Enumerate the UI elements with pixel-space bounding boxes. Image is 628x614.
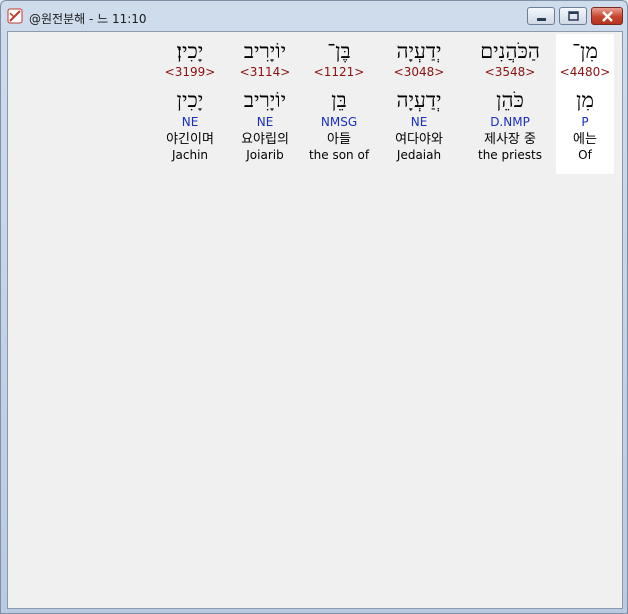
english-gloss: Joiarib [246, 148, 284, 162]
strong-number[interactable]: <3114> [230, 64, 300, 80]
korean-gloss: 여다야와 [395, 132, 443, 147]
lemma-word: יָכִין [176, 88, 204, 112]
morph-code: NE [181, 115, 199, 129]
close-button[interactable] [591, 7, 623, 25]
lemma-word: יוֹיָרִיב [243, 88, 287, 112]
interlinear-panel: יָכִין׃ <3199> יָכִין NE 야긴이며 Jachin יוֹ… [7, 31, 623, 609]
hebrew-word: יָכִין׃ [176, 39, 204, 63]
strong-number[interactable]: <1121> [304, 64, 374, 80]
morph-code: NE [410, 115, 428, 129]
strong-number[interactable]: <4480> [556, 64, 614, 80]
english-gloss: Of [578, 148, 592, 162]
korean-gloss: 야긴이며 [166, 132, 214, 147]
strong-number[interactable]: <3548> [464, 64, 556, 80]
word-column-jedaiah[interactable]: יְדַעְיָה <3048> יְדַעְיָה NE 여다야와 Jedai… [382, 34, 456, 166]
close-icon [602, 11, 613, 22]
korean-gloss: 에는 [573, 132, 597, 147]
lemma-word: כֹּהֵן [496, 88, 524, 112]
title-bar[interactable]: @원전분해 - 느 11:10 [1, 1, 627, 31]
minimize-icon [537, 18, 546, 21]
korean-gloss: 제사장 중 [484, 132, 536, 147]
strong-number[interactable]: <3199> [156, 64, 224, 80]
lemma-word: בֵּן [331, 88, 347, 112]
korean-gloss: 아들 [327, 132, 351, 147]
strong-number[interactable]: <3048> [382, 64, 456, 80]
morph-code: NE [256, 115, 274, 129]
korean-gloss: 요야립의 [241, 132, 289, 147]
hebrew-word: הַכֹּהֲנִים [480, 39, 540, 63]
morph-code: NMSG [320, 115, 358, 129]
english-gloss: the son of [308, 148, 370, 162]
morph-code: D.NMP [490, 115, 530, 129]
hebrew-word: יְדַעְיָה [396, 39, 442, 63]
morph-code: P [581, 115, 589, 129]
maximize-button[interactable] [559, 7, 587, 25]
hebrew-word: מִן־ [572, 39, 598, 63]
word-column-of-selected[interactable]: מִן־ <4480> מִן P 에는 Of [556, 34, 614, 174]
window-title: @원전분해 - 느 11:10 [29, 12, 147, 26]
english-gloss: the priests [478, 148, 542, 162]
hebrew-word: יוֹיָרִיב [243, 39, 287, 63]
app-icon [7, 8, 23, 24]
english-gloss: Jachin [171, 148, 209, 162]
word-column-joiarib[interactable]: יוֹיָרִיב <3114> יוֹיָרִיב NE 요야립의 Joiar… [230, 34, 300, 166]
english-gloss: Jedaiah [396, 148, 442, 162]
word-column-son-of[interactable]: בֶּן־ <1121> בֵּן NMSG 아들 the son of [304, 34, 374, 166]
word-column-the-priests[interactable]: הַכֹּהֲנִים <3548> כֹּהֵן D.NMP 제사장 중 th… [464, 34, 556, 166]
maximize-icon [568, 11, 579, 21]
lemma-word: יְדַעְיָה [396, 88, 442, 112]
lemma-word: מִן [576, 88, 594, 112]
app-window: @원전분해 - 느 11:10 יָכִין׃ <3199> יָכִין NE… [0, 0, 628, 614]
hebrew-word: בֶּן־ [327, 39, 351, 63]
minimize-button[interactable] [527, 7, 555, 25]
word-column-jachin[interactable]: יָכִין׃ <3199> יָכִין NE 야긴이며 Jachin [156, 34, 224, 166]
